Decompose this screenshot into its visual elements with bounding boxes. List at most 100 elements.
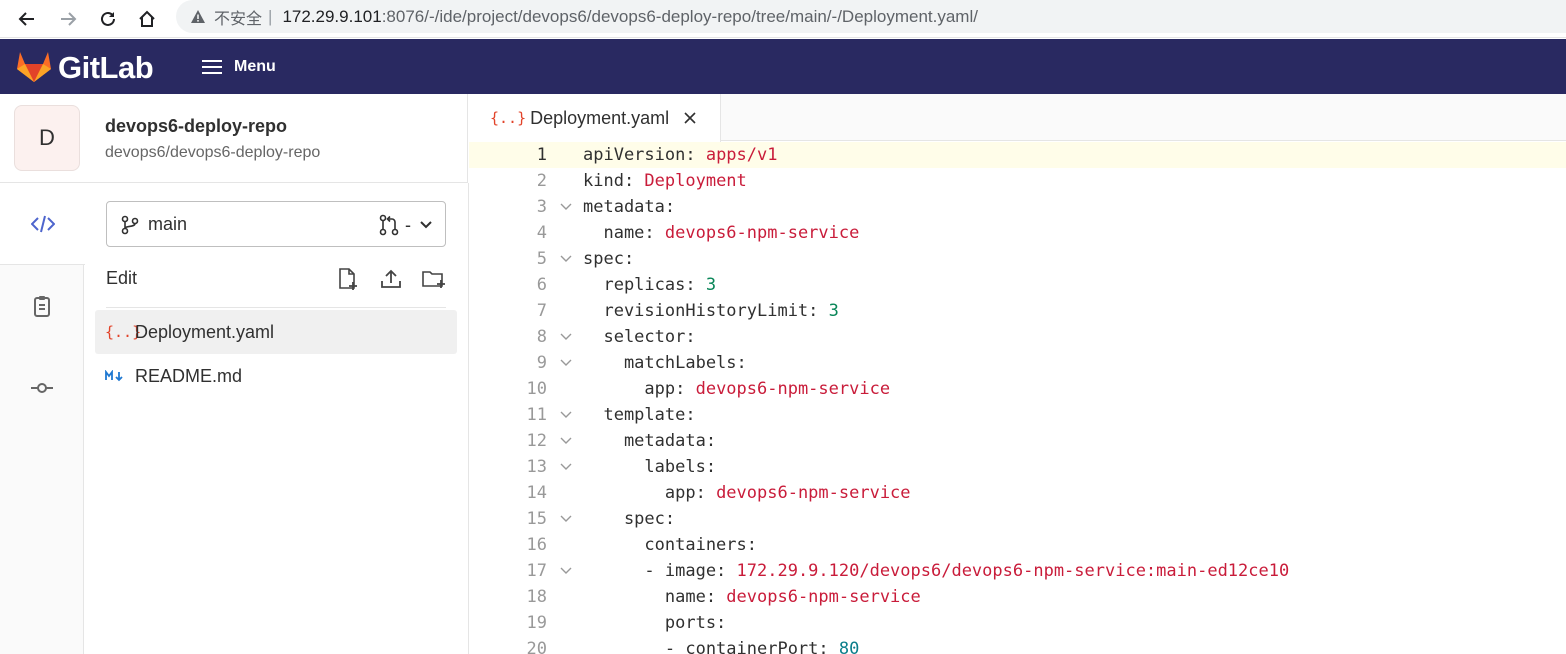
tab-deployment-yaml[interactable]: {..} Deployment.yaml <box>469 94 721 142</box>
arrow-left-icon <box>18 12 34 26</box>
code-line[interactable]: 12 metadata: <box>469 428 1566 454</box>
reload-icon <box>101 11 115 26</box>
fold-chevron-icon[interactable] <box>557 406 575 424</box>
yaml-key: ports: <box>583 613 727 633</box>
markdown-icon <box>105 366 135 387</box>
line-number: 11 <box>526 405 547 425</box>
fold-chevron-icon[interactable] <box>557 562 575 580</box>
yaml-value: 3 <box>818 301 839 321</box>
new-file-icon <box>339 268 357 290</box>
menu-label: Menu <box>234 58 276 75</box>
code-line[interactable]: 2 kind: Deployment <box>469 168 1566 194</box>
code-line[interactable]: 6 replicas: 3 <box>469 272 1566 298</box>
activity-edit[interactable] <box>0 183 85 265</box>
code-text: spec: <box>583 246 634 272</box>
file-name: README.md <box>135 365 243 386</box>
warning-icon <box>191 9 205 23</box>
code-text: app: devops6-npm-service <box>583 376 890 402</box>
project-name[interactable]: devops6-deploy-repo <box>105 116 287 137</box>
code-line[interactable]: 8 selector: <box>469 324 1566 350</box>
file-item-deployment-yaml[interactable]: {..} Deployment.yaml <box>95 310 457 354</box>
code-line[interactable]: 20 - containerPort: 80 <box>469 636 1566 654</box>
ide-activity-bar <box>0 183 85 654</box>
gitlab-tanuki-icon[interactable] <box>16 49 52 83</box>
fold-chevron-icon[interactable] <box>557 458 575 476</box>
code-line[interactable]: 13 labels: <box>469 454 1566 480</box>
code-text: app: devops6-npm-service <box>583 480 911 506</box>
activity-commit[interactable] <box>0 347 84 429</box>
line-number: 20 <box>526 639 547 654</box>
code-line[interactable]: 7 revisionHistoryLimit: 3 <box>469 298 1566 324</box>
code-line[interactable]: 9 matchLabels: <box>469 350 1566 376</box>
new-folder-icon <box>422 271 445 288</box>
line-number: 9 <box>536 353 547 373</box>
activity-review[interactable] <box>0 265 84 347</box>
fold-chevron-icon[interactable] <box>557 354 575 372</box>
code-icon <box>30 215 55 232</box>
code-text: containers: <box>583 532 757 558</box>
code-editor[interactable]: 1 apiVersion: apps/v1 2 kind: Deployment 3 me… <box>469 141 1566 654</box>
yaml-key: - image: <box>583 561 727 581</box>
yaml-value: devops6-npm-service <box>654 223 860 243</box>
yaml-key: labels: <box>583 457 717 477</box>
clipboard-icon <box>34 296 50 317</box>
url-path: :8076/-/ide/project/devops6/devops6-depl… <box>381 6 978 26</box>
yaml-value: 3 <box>695 275 717 295</box>
code-line[interactable]: 11 template: <box>469 402 1566 428</box>
fold-chevron-icon[interactable] <box>557 510 575 528</box>
new-directory-button[interactable] <box>420 265 448 293</box>
line-number: 18 <box>526 587 547 607</box>
code-line[interactable]: 14 app: devops6-npm-service <box>469 480 1566 506</box>
code-line[interactable]: 18 name: devops6-npm-service <box>469 584 1566 610</box>
file-item-readme-md[interactable]: README.md <box>95 354 457 398</box>
security-label: 不安全 <box>214 10 263 28</box>
fold-chevron-icon[interactable] <box>557 250 575 268</box>
code-line[interactable]: 17 - image: 172.29.9.120/devops6/devops6… <box>469 558 1566 584</box>
yaml-key: replicas: <box>583 275 696 295</box>
fold-chevron-icon[interactable] <box>557 328 575 346</box>
forward-button[interactable] <box>55 6 81 32</box>
line-number: 13 <box>526 457 547 477</box>
code-line[interactable]: 5 spec: <box>469 246 1566 272</box>
tab-label: Deployment.yaml <box>530 107 670 128</box>
code-line[interactable]: 1 apiVersion: apps/v1 <box>469 142 1566 168</box>
back-button[interactable] <box>14 6 40 32</box>
code-text: apiVersion: apps/v1 <box>583 142 777 168</box>
code-text: metadata: <box>583 428 716 454</box>
new-file-button[interactable] <box>334 265 362 293</box>
yaml-key: spec: <box>583 249 635 269</box>
address-bar[interactable]: 不安全 | 172.29.9.101:8076/-/ide/project/de… <box>176 0 1566 33</box>
yaml-key: containers: <box>583 535 757 555</box>
yaml-value: 172.29.9.120/devops6/devops6-npm-service… <box>726 561 1290 581</box>
yaml-value: Deployment <box>634 171 747 191</box>
code-line[interactable]: 16 containers: <box>469 532 1566 558</box>
fold-chevron-icon[interactable] <box>557 432 575 450</box>
line-number: 17 <box>526 561 547 581</box>
code-line[interactable]: 19 ports: <box>469 610 1566 636</box>
line-number: 12 <box>526 431 547 451</box>
line-number: 10 <box>526 379 547 399</box>
code-line[interactable]: 10 app: devops6-npm-service <box>469 376 1566 402</box>
line-number: 6 <box>536 275 547 295</box>
project-header: D devops6-deploy-repo devops6/devops6-de… <box>0 94 468 183</box>
fold-chevron-icon[interactable] <box>557 198 575 216</box>
line-number: 15 <box>526 509 547 529</box>
yaml-key: spec: <box>583 509 676 529</box>
upload-file-button[interactable] <box>377 265 405 293</box>
gitlab-brand[interactable]: GitLab <box>58 50 154 86</box>
code-line[interactable]: 4 name: devops6-npm-service <box>469 220 1566 246</box>
home-button[interactable] <box>134 6 160 32</box>
branch-selector[interactable]: main - <box>106 201 446 247</box>
chevron-down-icon <box>420 221 432 229</box>
line-number: 1 <box>536 145 547 165</box>
menu-button[interactable]: Menu <box>200 53 276 81</box>
yaml-key: revisionHistoryLimit: <box>583 301 819 321</box>
yaml-icon: {..} <box>490 109 527 127</box>
code-line[interactable]: 3 metadata: <box>469 194 1566 220</box>
line-number: 8 <box>536 327 547 347</box>
tab-close-button[interactable] <box>679 107 701 129</box>
project-avatar[interactable]: D <box>14 105 80 171</box>
reload-button[interactable] <box>95 6 121 32</box>
code-line[interactable]: 15 spec: <box>469 506 1566 532</box>
line-number: 3 <box>536 197 547 217</box>
